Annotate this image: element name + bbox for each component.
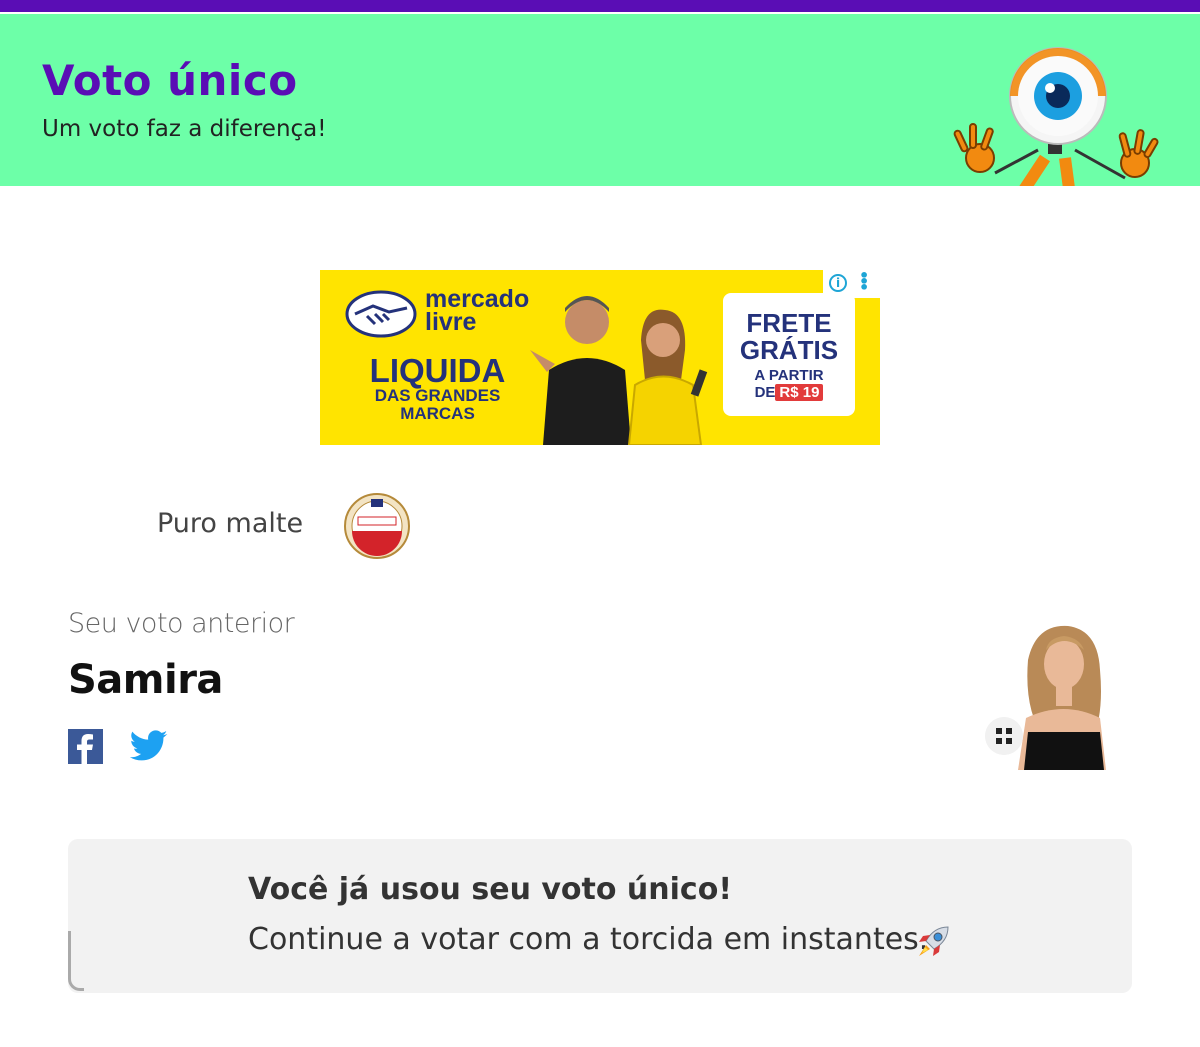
ad-badge-line2: GRÁTIS bbox=[739, 335, 839, 365]
ad-headline-small2: MARCAS bbox=[400, 404, 475, 423]
mascot-eye-robot-icon bbox=[953, 47, 1159, 186]
amstel-logo bbox=[344, 493, 410, 559]
ad-brand-line2: livre bbox=[425, 308, 477, 336]
ad-headline: LIQUIDA DAS GRANDES MARCAS bbox=[365, 352, 510, 423]
notice-title: Você já usou seu voto único! bbox=[248, 872, 732, 907]
ad-presenters-image bbox=[530, 296, 708, 445]
ad-badge-line1: FRETE bbox=[746, 308, 832, 338]
advertisement-banner[interactable]: mercado livre LIQUIDA DAS GRANDES MARCAS… bbox=[320, 270, 880, 445]
kebab-menu-icon[interactable]: • • • bbox=[859, 270, 869, 296]
previous-vote-name: Samira bbox=[68, 657, 223, 703]
twitter-icon[interactable] bbox=[130, 730, 168, 762]
handshake-logo-icon bbox=[345, 290, 417, 338]
ad-choices: i • • • bbox=[823, 270, 880, 298]
page-subtitle: Um voto faz a diferença! bbox=[42, 116, 327, 142]
ad-headline-big: LIQUIDA bbox=[369, 352, 506, 389]
ad-badge-line3: A PARTIR bbox=[754, 367, 824, 384]
ad-free-shipping-badge: FRETE GRÁTIS A PARTIR DE R$ 19 bbox=[723, 293, 855, 416]
notice-bracket-decoration bbox=[68, 931, 84, 991]
sponsor-label: Puro malte bbox=[157, 508, 304, 539]
expand-icon[interactable] bbox=[985, 717, 1023, 755]
rocket-icon bbox=[919, 926, 949, 956]
page-header: Voto único Um voto faz a diferença! bbox=[0, 14, 1200, 186]
previous-vote-label: Seu voto anterior bbox=[68, 608, 295, 639]
notice-text: Continue a votar com a torcida em instan… bbox=[248, 922, 929, 957]
info-icon[interactable]: i bbox=[829, 274, 847, 292]
ad-headline-small1: DAS GRANDES bbox=[374, 386, 501, 405]
page-title: Voto único bbox=[42, 56, 298, 105]
ad-badge-price: R$ 19 bbox=[775, 384, 824, 401]
vote-used-notice: Você já usou seu voto único! Continue a … bbox=[68, 839, 1132, 993]
ad-badge-line4: DE bbox=[754, 384, 776, 401]
ad-brand-name: mercado livre bbox=[425, 287, 529, 336]
top-accent-bar bbox=[0, 0, 1200, 12]
facebook-icon[interactable] bbox=[68, 729, 103, 764]
